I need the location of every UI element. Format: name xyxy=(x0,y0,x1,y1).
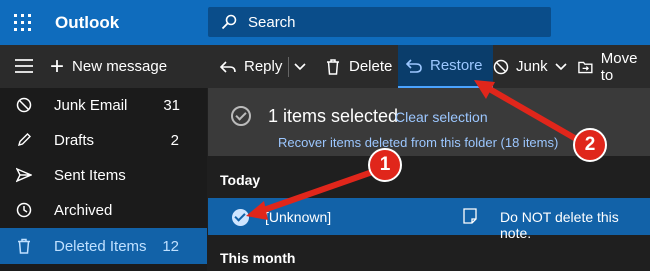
reply-button[interactable]: Reply xyxy=(220,45,282,88)
new-message-label: New message xyxy=(72,58,168,75)
block-icon xyxy=(16,97,32,113)
recover-deleted-items-link[interactable]: Recover items deleted from this folder (… xyxy=(278,135,558,150)
selected-count-text: 1 items selected xyxy=(268,106,399,126)
folder-item-drafts[interactable]: Drafts 2 xyxy=(0,123,207,157)
group-header-this-month: This month xyxy=(220,250,296,266)
folder-count: 31 xyxy=(163,97,180,114)
restore-label: Restore xyxy=(430,57,483,74)
folder-move-icon xyxy=(578,61,593,73)
group-header-today: Today xyxy=(220,172,261,188)
message-subject: Do NOT delete this note. xyxy=(500,209,619,241)
delete-label: Delete xyxy=(349,58,393,75)
send-icon xyxy=(16,167,32,183)
app-launcher-icon[interactable] xyxy=(14,14,32,32)
pencil-icon xyxy=(17,133,31,147)
folder-item-archived[interactable]: Archived xyxy=(0,193,207,227)
folder-item-sent-items[interactable]: Sent Items xyxy=(0,158,207,192)
block-icon xyxy=(493,59,509,74)
plus-icon: + xyxy=(50,52,65,80)
junk-button[interactable]: Junk xyxy=(493,45,567,88)
callout-badge-2: 2 xyxy=(573,128,607,162)
folder-name: Sent Items xyxy=(54,167,126,184)
menu-icon[interactable] xyxy=(15,59,33,73)
message-row[interactable]: [Unknown] Do NOT delete this note. xyxy=(208,198,650,241)
toolbar-divider xyxy=(288,57,289,77)
search-icon xyxy=(221,14,237,30)
folder-item-junk-email[interactable]: Junk Email 31 xyxy=(0,88,207,122)
new-message-button[interactable]: + New message xyxy=(50,45,167,88)
clock-icon xyxy=(16,202,32,218)
folder-name: Junk Email xyxy=(54,97,128,114)
note-icon xyxy=(463,208,477,224)
move-to-button[interactable]: Move to xyxy=(578,45,650,88)
trash-icon xyxy=(18,238,30,254)
folder-name: Deleted Items xyxy=(54,238,147,255)
message-list: Today [Unknown] Do NOT delete this note.… xyxy=(208,156,650,271)
delete-button[interactable]: Delete xyxy=(326,45,392,88)
search-box[interactable]: Search xyxy=(208,7,551,37)
search-label: Search xyxy=(248,14,296,31)
folder-count: 12 xyxy=(162,238,179,255)
junk-label: Junk xyxy=(516,58,548,75)
toolbar: Reply Delete Restore Junk Move to xyxy=(208,45,650,88)
clear-selection-link[interactable]: Clear selection xyxy=(395,109,488,125)
message-sender: [Unknown] xyxy=(265,209,332,225)
chevron-down-icon xyxy=(555,62,567,70)
folder-pane: Junk Email 31 Drafts 2 Sent Items Archiv… xyxy=(0,88,207,271)
folder-count: 2 xyxy=(170,132,179,149)
reply-options-button[interactable] xyxy=(294,45,306,88)
chevron-down-icon xyxy=(294,62,306,70)
restore-button[interactable]: Restore xyxy=(398,45,493,88)
selected-check-icon[interactable] xyxy=(232,209,249,226)
trash-icon xyxy=(327,58,339,75)
folder-name: Archived xyxy=(54,202,113,219)
reply-icon xyxy=(220,60,236,73)
app-header: Outlook Search xyxy=(0,0,650,45)
callout-badge-1: 1 xyxy=(368,148,402,182)
folder-item-deleted-items[interactable]: Deleted Items 12 xyxy=(0,228,207,264)
folder-name: Drafts xyxy=(54,132,95,149)
move-to-label: Move to xyxy=(600,49,638,84)
check-circle-icon xyxy=(231,106,251,126)
restore-icon xyxy=(406,58,422,73)
app-title[interactable]: Outlook xyxy=(55,13,119,33)
reply-label: Reply xyxy=(244,58,283,75)
